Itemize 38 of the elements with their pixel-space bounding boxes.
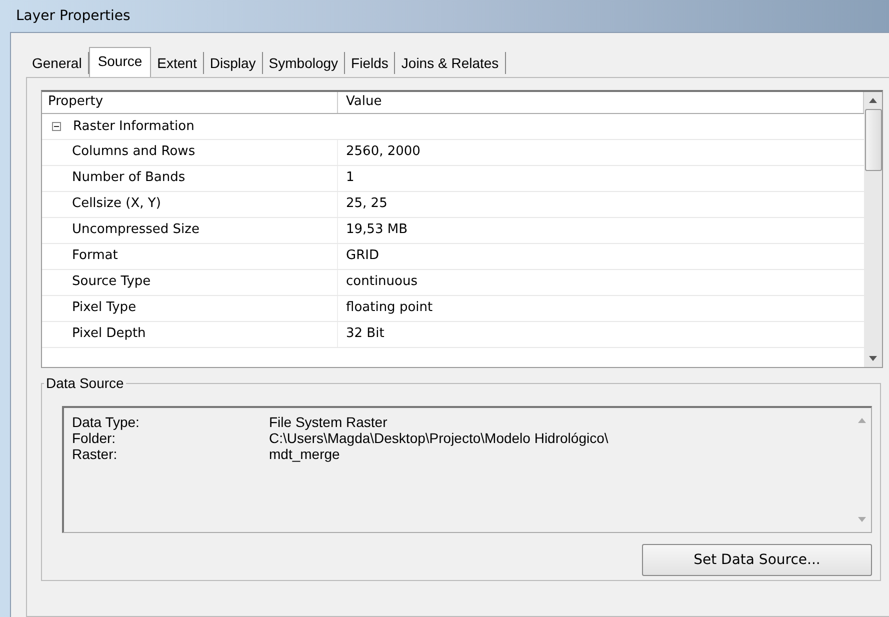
scroll-down-icon[interactable]	[869, 356, 877, 361]
group-title: Data Source	[44, 375, 126, 391]
table-cell: Pixel Depth	[42, 322, 338, 347]
scrollbar[interactable]	[864, 92, 882, 367]
set-data-source-button[interactable]: Set Data Source...	[642, 544, 872, 576]
info-value: File System Raster	[269, 414, 388, 430]
window-title: Layer Properties	[16, 8, 130, 24]
table-cell: Number of Bands	[42, 166, 338, 191]
table-cell: Source Type	[42, 270, 338, 295]
scroll-up-icon[interactable]	[869, 98, 877, 103]
table-cell-text: GRID	[345, 247, 380, 265]
tab[interactable]: Fields	[345, 52, 396, 74]
table-cell-text: 32 Bit	[345, 325, 386, 343]
table-cell-text: floating point	[345, 299, 434, 317]
info-label: Data Type:	[72, 414, 140, 430]
table-cell-text: 1	[345, 169, 356, 187]
table-cell-text: 2560, 2000	[345, 143, 422, 161]
table-cell: Uncompressed Size	[42, 218, 338, 243]
tab[interactable]: Display	[204, 52, 263, 74]
tab[interactable]: Joins & Relates	[395, 52, 506, 74]
table-cell-text: 25, 25	[345, 195, 388, 213]
table-cell: Columns and Rows	[42, 140, 338, 165]
info-value: mdt_merge	[269, 446, 340, 462]
table-cell-text: 19,53 MB	[345, 221, 408, 239]
tab[interactable]: Source	[88, 47, 152, 77]
tab[interactable]: Extent	[151, 52, 204, 74]
collapse-icon[interactable]	[52, 122, 61, 131]
scroll-thumb[interactable]	[864, 109, 882, 171]
table-cell: Pixel Type	[42, 296, 338, 321]
tab[interactable]: Symbology	[262, 52, 346, 74]
table-cell: Format	[42, 244, 338, 269]
table-cell: Cellsize (X, Y)	[42, 192, 338, 217]
info-label: Folder:	[72, 430, 117, 446]
info-value: C:\Users\Magda\Desktop\Projecto\Modelo Hidrológico\	[269, 430, 608, 446]
info-label: Raster:	[72, 446, 118, 462]
group-label: Raster Information	[73, 119, 194, 134]
table-cell-text: continuous	[345, 273, 418, 291]
column-header[interactable]: Property	[42, 92, 338, 113]
